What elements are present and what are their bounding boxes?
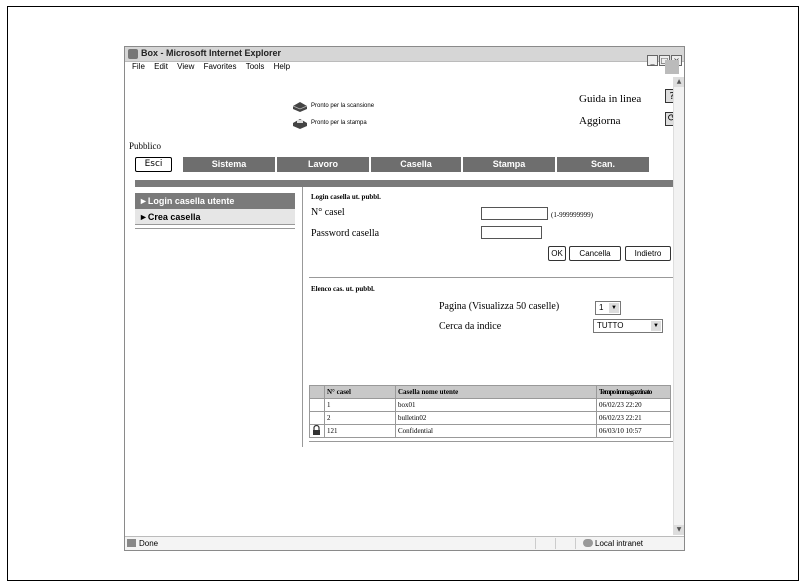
header-cell-number: N° casel (324, 385, 396, 399)
section-divider (309, 277, 673, 278)
page-done-icon (127, 539, 136, 547)
lock-cell (309, 411, 325, 425)
logout-button[interactable]: Esci (135, 157, 172, 172)
scanner-icon (292, 102, 308, 112)
refresh-link[interactable]: Aggiorna (579, 115, 621, 127)
index-label: Cerca da indice (439, 321, 502, 332)
time-cell: 06/02/23 22:20 (596, 398, 671, 412)
status-separator (575, 538, 576, 549)
status-bar: Done Local intranet (125, 536, 684, 550)
box-number-range-hint: (1-999999999) (551, 211, 593, 219)
menu-bar: File Edit View Favorites Tools Help (125, 60, 684, 74)
box-name-cell[interactable]: Confidential (395, 424, 597, 438)
list-section-title: Elenco cas. ut. pubbl. (311, 285, 375, 293)
table-row[interactable]: 121 Confidential 06/03/10 10:57 (309, 424, 671, 438)
menu-favorites[interactable]: Favorites (204, 62, 237, 71)
tab-lavoro[interactable]: Lavoro (277, 157, 371, 172)
lock-cell (309, 424, 325, 438)
scroll-up-icon[interactable]: ▲ (674, 77, 684, 87)
menu-view[interactable]: View (177, 62, 194, 71)
scroll-down-icon[interactable]: ▼ (674, 525, 684, 535)
table-row[interactable]: 1 box01 06/02/23 22:20 (309, 398, 671, 412)
online-help-link[interactable]: Guida in linea (579, 93, 641, 105)
security-zone: Local intranet (595, 539, 644, 548)
header-divider (135, 180, 673, 187)
chevron-down-icon: ▼ (609, 303, 619, 313)
ok-button[interactable]: OK (548, 246, 566, 261)
tab-casella[interactable]: Casella (371, 157, 463, 172)
lock-cell (309, 398, 325, 412)
sidebar: ►Login casella utente ►Crea casella (135, 193, 295, 229)
sidebar-item-create[interactable]: ►Crea casella (135, 209, 295, 225)
page-select[interactable]: 1 ▼ (595, 301, 621, 315)
status-text: Done (139, 539, 159, 548)
mode-label: Pubblico (129, 141, 162, 151)
back-button[interactable]: Indietro (625, 246, 671, 261)
chevron-down-icon: ▼ (651, 321, 661, 331)
intranet-zone-icon (583, 539, 593, 547)
menu-help[interactable]: Help (274, 62, 290, 71)
box-name-cell[interactable]: box01 (395, 398, 597, 412)
help-icon[interactable]: ? (665, 89, 673, 103)
header-cell-time: Tempo immagazzinato (596, 385, 671, 399)
password-input[interactable] (481, 226, 542, 239)
status-separator (555, 538, 556, 549)
menu-edit[interactable]: Edit (154, 62, 168, 71)
index-select[interactable]: TUTTO ▼ (593, 319, 663, 333)
print-status: Pronto per la stampa (311, 120, 367, 126)
title-bar: Box - Microsoft Internet Explorer _□× (125, 47, 684, 66)
bottom-divider (309, 441, 673, 442)
box-number-cell[interactable]: 1 (324, 398, 396, 412)
time-cell: 06/03/10 10:57 (596, 424, 671, 438)
browser-window: Box - Microsoft Internet Explorer _□× Fi… (124, 46, 685, 551)
page-label: Pagina (Visualizza 50 caselle) (439, 301, 560, 312)
page-select-value: 1 (599, 303, 604, 312)
scan-status: Pronto per la scansione (311, 103, 375, 109)
windows-logo-icon (665, 60, 679, 74)
tab-scan[interactable]: Scan. (557, 157, 651, 172)
login-section-title: Login casella ut. pubbl. (311, 193, 381, 201)
ie-icon (128, 49, 138, 59)
status-separator (535, 538, 536, 549)
menu-file[interactable]: File (132, 62, 145, 71)
time-cell: 06/02/23 22:21 (596, 411, 671, 425)
tab-stampa[interactable]: Stampa (463, 157, 557, 172)
box-number-cell[interactable]: 121 (324, 424, 396, 438)
cancel-button[interactable]: Cancella (569, 246, 621, 261)
box-list-table: N° casel Casella nome utente Tempo immag… (309, 385, 671, 438)
header-cell-lock (309, 385, 325, 399)
box-number-cell[interactable]: 2 (324, 411, 396, 425)
window-title: Box - Microsoft Internet Explorer (141, 48, 282, 58)
box-name-cell[interactable]: bulletin02 (395, 411, 597, 425)
box-number-input[interactable] (481, 207, 548, 220)
vertical-divider (302, 187, 303, 447)
sidebar-divider (135, 228, 295, 229)
box-number-label: N° casel (311, 207, 345, 218)
tab-sistema[interactable]: Sistema (183, 157, 277, 172)
table-header-row: N° casel Casella nome utente Tempo immag… (309, 385, 671, 399)
lock-icon (313, 424, 320, 435)
page-content: Pronto per la scansione Pronto per la st… (125, 77, 673, 537)
password-label: Password casella (311, 228, 380, 239)
vertical-scrollbar[interactable]: ▲ ▼ (673, 77, 684, 535)
refresh-icon[interactable]: ⟳ (665, 112, 673, 126)
header-cell-name: Casella nome utente (395, 385, 597, 399)
printer-icon (293, 119, 307, 129)
tab-bar: Sistema Lavoro Casella Stampa Scan. (183, 157, 673, 172)
sidebar-item-login[interactable]: ►Login casella utente (135, 193, 295, 209)
table-row[interactable]: 2 bulletin02 06/02/23 22:21 (309, 411, 671, 425)
menu-tools[interactable]: Tools (246, 62, 265, 71)
index-select-value: TUTTO (597, 321, 624, 330)
